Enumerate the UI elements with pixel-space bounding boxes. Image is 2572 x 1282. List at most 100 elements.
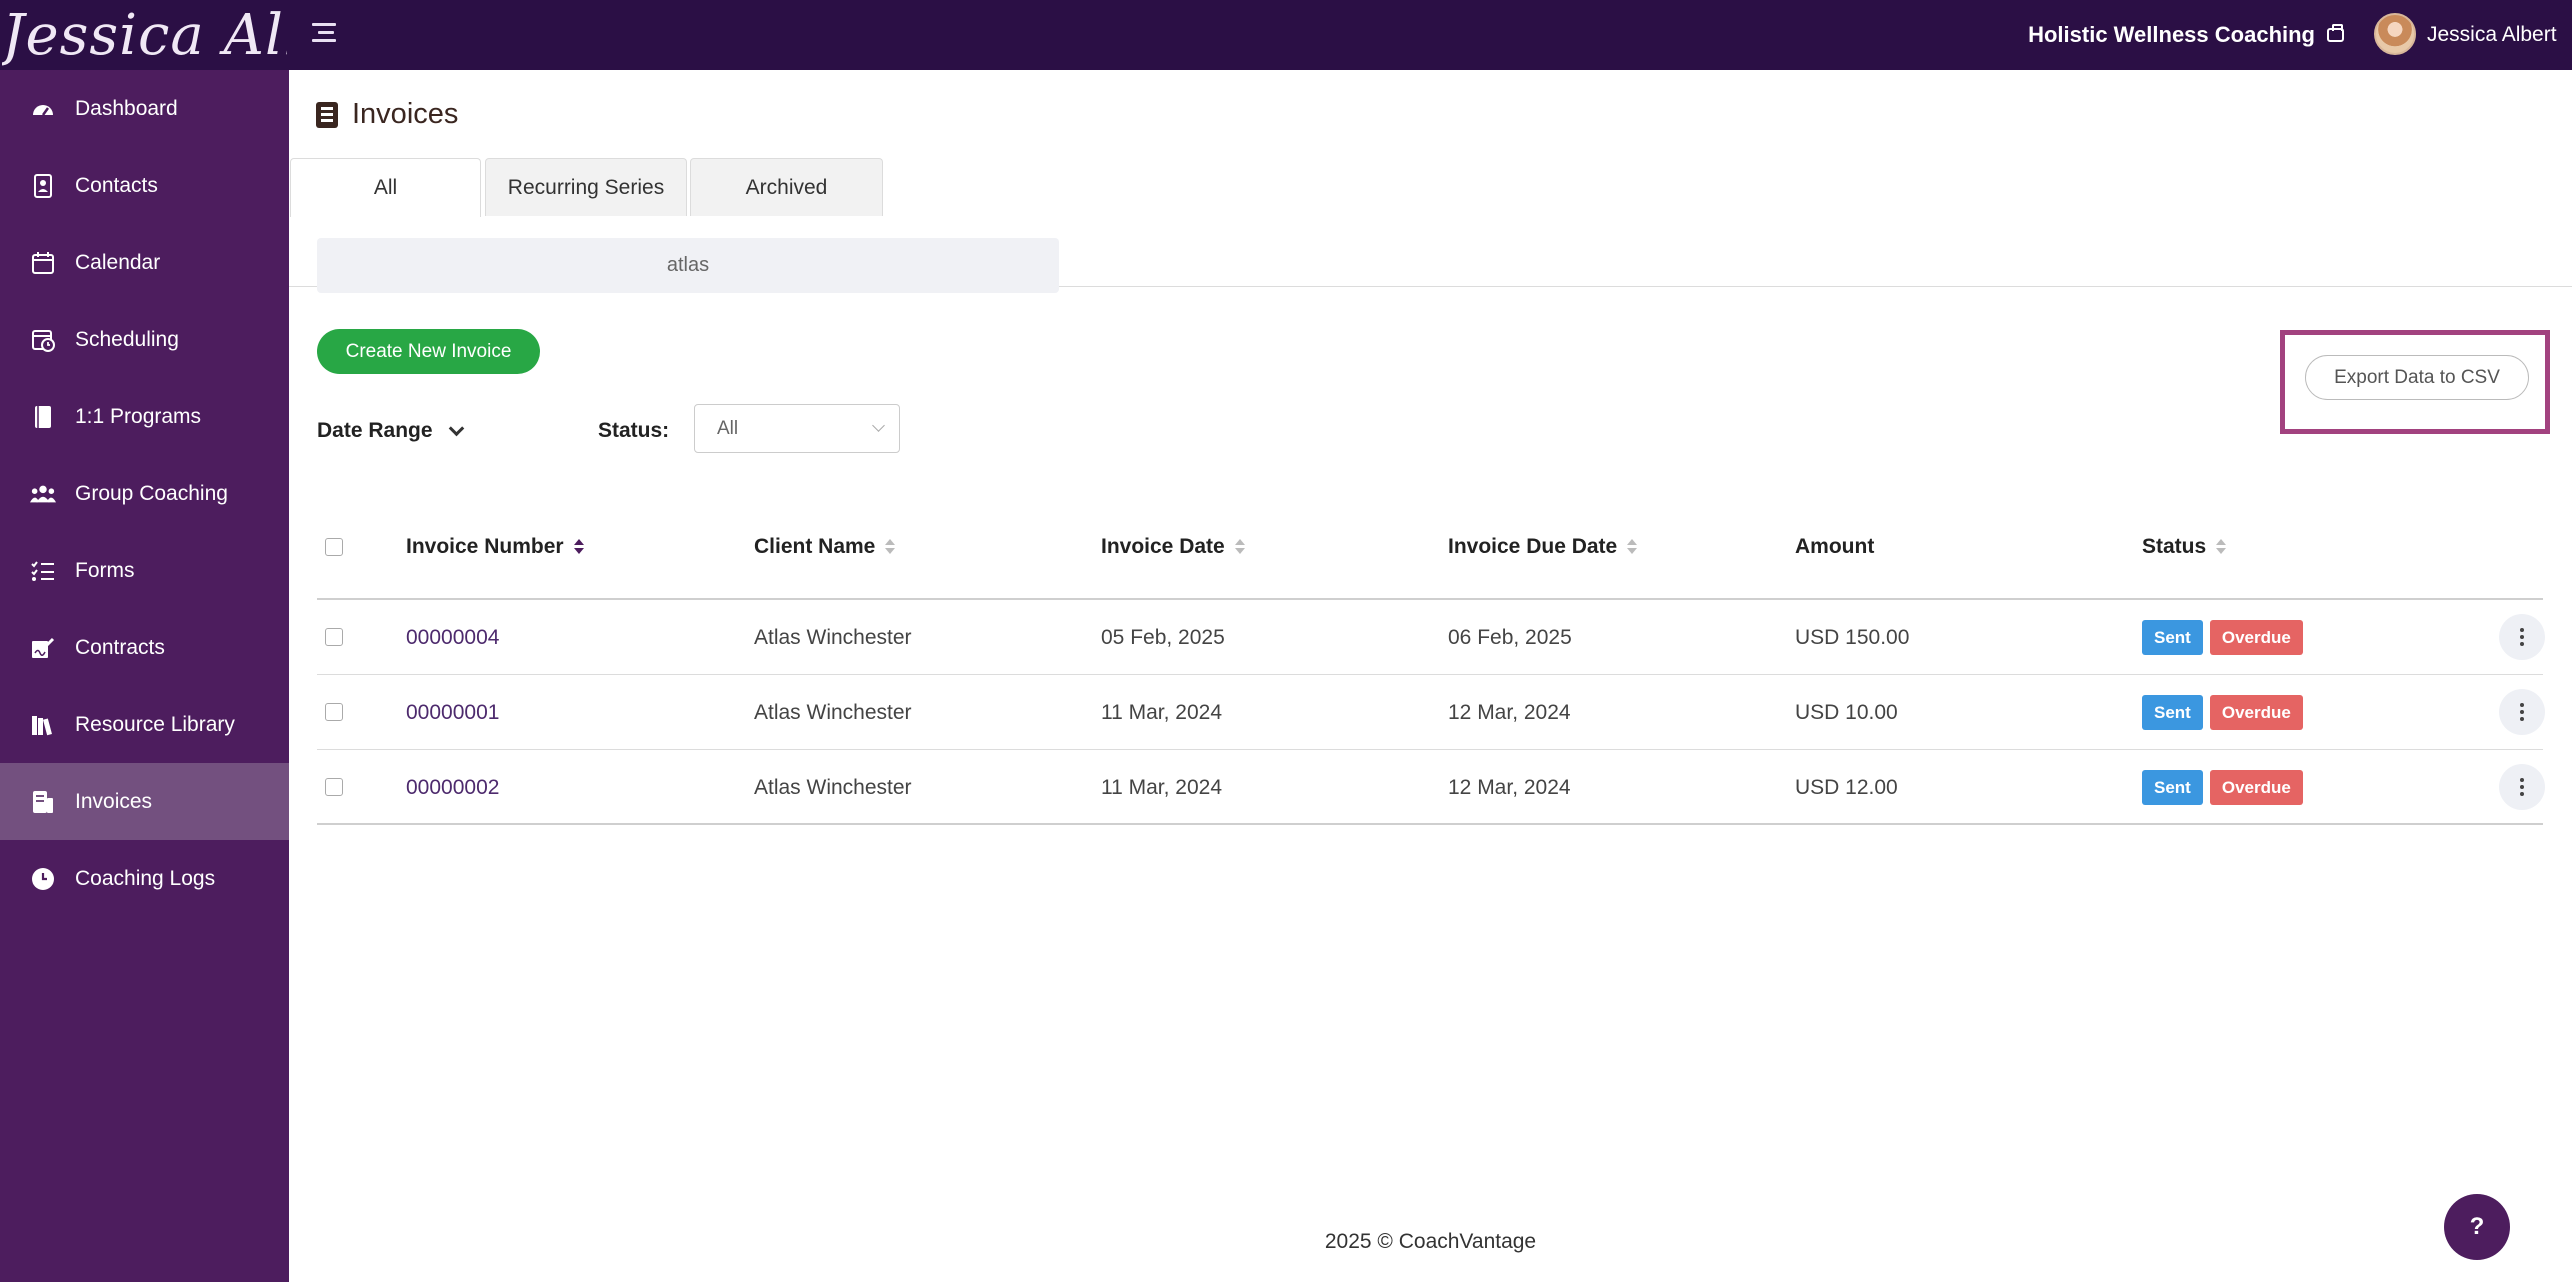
invoice-date: 11 Mar, 2024 <box>1101 700 1223 724</box>
organization-switcher[interactable]: Holistic Wellness Coaching <box>2028 0 2344 70</box>
status-select[interactable]: All <box>694 404 900 453</box>
contact-book-icon <box>30 173 56 199</box>
invoice-date: 11 Mar, 2024 <box>1101 775 1223 799</box>
sidebar-item-programs[interactable]: 1:1 Programs <box>0 378 289 455</box>
sidebar-item-contracts[interactable]: Contracts <box>0 609 289 686</box>
status-badge-overdue: Overdue <box>2209 770 2303 805</box>
sidebar-item-label: Forms <box>75 558 135 582</box>
menu-toggle-icon[interactable] <box>312 23 336 47</box>
column-label: Invoice Due Date <box>1448 535 1618 558</box>
invoice-due-date: 06 Feb, 2025 <box>1448 625 1572 649</box>
status-badge-overdue: Overdue <box>2209 695 2303 730</box>
row-checkbox[interactable] <box>325 703 343 721</box>
chevron-down-icon <box>448 420 464 436</box>
status-badge-sent: Sent <box>2142 620 2203 655</box>
column-status[interactable]: Status <box>2142 532 2227 562</box>
sidebar-item-coaching-logs[interactable]: Coaching Logs <box>0 840 289 917</box>
status-badges: Sent Overdue <box>2142 600 2310 675</box>
sidebar-item-group-coaching[interactable]: Group Coaching <box>0 455 289 532</box>
status-badge-overdue: Overdue <box>2209 620 2303 655</box>
row-actions-icon[interactable] <box>2499 614 2545 660</box>
briefcase-icon <box>2327 24 2344 42</box>
column-label: Amount <box>1795 535 1875 558</box>
tab-archived[interactable]: Archived <box>690 158 883 216</box>
column-invoice-due-date[interactable]: Invoice Due Date <box>1448 532 1638 562</box>
sidebar-item-label: Dashboard <box>75 96 178 120</box>
sidebar-item-scheduling[interactable]: Scheduling <box>0 301 289 378</box>
amount: USD 12.00 <box>1795 775 1898 799</box>
footer-text: 2025 © CoachVantage <box>1324 1230 1537 1253</box>
invoices-table: Invoice Number Client Name Invoice Date … <box>317 522 2545 825</box>
status-badges: Sent Overdue <box>2142 750 2310 825</box>
select-all-checkbox[interactable] <box>325 538 343 556</box>
column-label: Status <box>2142 535 2207 558</box>
sidebar-item-calendar[interactable]: Calendar <box>0 224 289 301</box>
column-amount: Amount <box>1795 532 1874 562</box>
organization-name: Holistic Wellness Coaching <box>2028 22 2315 47</box>
sort-icon <box>1627 539 1638 555</box>
invoice-icon <box>30 789 56 815</box>
invoice-due-date: 12 Mar, 2024 <box>1448 700 1571 724</box>
amount: USD 150.00 <box>1795 625 1910 649</box>
date-range-dropdown[interactable]: Date Range <box>317 416 464 446</box>
chevron-down-icon <box>872 419 885 432</box>
sidebar-item-label: 1:1 Programs <box>75 404 202 428</box>
user-name[interactable]: Jessica Albert <box>2427 0 2557 70</box>
sidebar: Dashboard Contacts Calendar Scheduling 1… <box>0 70 289 1282</box>
sidebar-item-label: Invoices <box>75 789 153 813</box>
column-invoice-date[interactable]: Invoice Date <box>1101 532 1245 562</box>
sidebar-item-invoices[interactable]: Invoices <box>0 763 289 840</box>
sidebar-item-dashboard[interactable]: Dashboard <box>0 70 289 147</box>
sidebar-item-label: Contracts <box>75 635 165 659</box>
main-content: Invoices All Recurring Series Archived a… <box>289 70 2572 1282</box>
column-label: Client Name <box>754 535 876 558</box>
invoice-number-link[interactable]: 00000001 <box>406 675 499 750</box>
tab-all[interactable]: All <box>290 158 481 217</box>
page-title: Invoices <box>316 98 458 131</box>
sidebar-item-resource-library[interactable]: Resource Library <box>0 686 289 763</box>
clock-icon <box>30 866 56 892</box>
row-checkbox[interactable] <box>325 778 343 796</box>
help-button[interactable]: ? <box>2444 1194 2510 1260</box>
calendar-clock-icon <box>30 327 56 353</box>
status-select-value: All <box>717 417 739 439</box>
create-invoice-button[interactable]: Create New Invoice <box>317 329 540 374</box>
library-icon <box>30 712 56 738</box>
sort-icon <box>573 539 584 555</box>
column-invoice-number[interactable]: Invoice Number <box>406 532 584 562</box>
book-icon <box>30 404 56 430</box>
gauge-icon <box>30 96 56 122</box>
client-name: Atlas Winchester <box>754 700 912 724</box>
search-input[interactable]: atlas <box>317 238 1059 293</box>
sort-icon <box>1234 539 1245 555</box>
row-checkbox[interactable] <box>325 628 343 646</box>
sort-icon <box>2216 539 2227 555</box>
top-bar: Jessica Albert Holistic Wellness Coachin… <box>0 0 2572 70</box>
sidebar-item-label: Contacts <box>75 173 158 197</box>
sidebar-item-forms[interactable]: Forms <box>0 532 289 609</box>
avatar[interactable] <box>2374 13 2416 55</box>
invoice-number-link[interactable]: 00000002 <box>406 750 499 825</box>
tab-recurring-series[interactable]: Recurring Series <box>485 158 687 216</box>
export-csv-button[interactable]: Export Data to CSV <box>2305 355 2529 400</box>
table-row: 00000001 Atlas Winchester 11 Mar, 2024 1… <box>317 675 2545 750</box>
table-header: Invoice Number Client Name Invoice Date … <box>317 490 2543 600</box>
status-filter-label: Status: <box>598 419 670 442</box>
signature-icon <box>30 635 56 661</box>
status-badges: Sent Overdue <box>2142 675 2310 750</box>
client-name: Atlas Winchester <box>754 625 912 649</box>
sidebar-item-label: Calendar <box>75 250 161 274</box>
table-row: 00000002 Atlas Winchester 11 Mar, 2024 1… <box>317 750 2545 825</box>
invoice-due-date: 12 Mar, 2024 <box>1448 775 1571 799</box>
column-client-name[interactable]: Client Name <box>754 532 896 562</box>
table-row: 00000004 Atlas Winchester 05 Feb, 2025 0… <box>317 600 2545 675</box>
row-actions-icon[interactable] <box>2499 689 2545 735</box>
status-badge-sent: Sent <box>2142 770 2203 805</box>
invoice-number-link[interactable]: 00000004 <box>406 600 499 675</box>
brand-logo[interactable]: Jessica Albert <box>2 0 287 70</box>
sidebar-item-contacts[interactable]: Contacts <box>0 147 289 224</box>
row-actions-icon[interactable] <box>2499 764 2545 810</box>
amount: USD 10.00 <box>1795 700 1898 724</box>
calendar-icon <box>30 250 56 276</box>
date-range-label: Date Range <box>317 419 433 442</box>
